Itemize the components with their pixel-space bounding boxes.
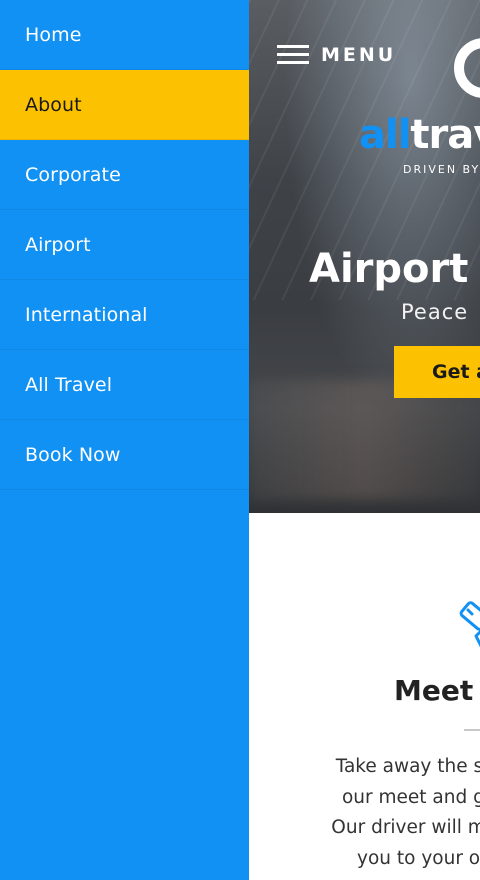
menu-button[interactable]: MENU bbox=[277, 40, 396, 69]
sidebar-item-book-now[interactable]: Book Now bbox=[0, 420, 249, 490]
sidebar-nav: Home About Corporate Airport Internation… bbox=[0, 0, 249, 880]
sidebar-item-corporate[interactable]: Corporate bbox=[0, 140, 249, 210]
hero-subtitle: Peace bbox=[401, 300, 469, 324]
sidebar-item-all-travel[interactable]: All Travel bbox=[0, 350, 249, 420]
feature-line: you to your onw bbox=[357, 847, 480, 869]
hero-section: MENU alltravel DRIVEN BY Airport T Peace… bbox=[249, 0, 480, 513]
main-content: MENU alltravel DRIVEN BY Airport T Peace… bbox=[249, 0, 480, 880]
brand-tagline: DRIVEN BY bbox=[403, 163, 480, 176]
sidebar-item-airport[interactable]: Airport bbox=[0, 210, 249, 280]
feature-title: Meet a bbox=[394, 674, 480, 707]
logo-circle-icon bbox=[454, 38, 480, 98]
hero-title: Airport T bbox=[309, 246, 480, 292]
sidebar-item-home[interactable]: Home bbox=[0, 0, 249, 70]
sidebar-item-international[interactable]: International bbox=[0, 280, 249, 350]
hand-icon bbox=[454, 596, 480, 660]
hamburger-icon bbox=[277, 40, 309, 69]
menu-label: MENU bbox=[321, 43, 397, 66]
brand-logo[interactable]: alltravel bbox=[359, 112, 480, 158]
feature-divider bbox=[464, 729, 480, 731]
logo-travel-text: travel bbox=[410, 112, 480, 158]
feature-line: Take away the stress bbox=[335, 756, 480, 777]
feature-line: Our driver will meet y bbox=[331, 817, 480, 838]
sidebar-item-about[interactable]: About bbox=[0, 70, 249, 140]
logo-all-text: all bbox=[359, 112, 411, 158]
feature-line: our meet and greet bbox=[341, 786, 480, 808]
cta-button[interactable]: Get a bbox=[394, 346, 480, 398]
feature-description: Take away the stress our meet and greet … bbox=[282, 752, 480, 874]
